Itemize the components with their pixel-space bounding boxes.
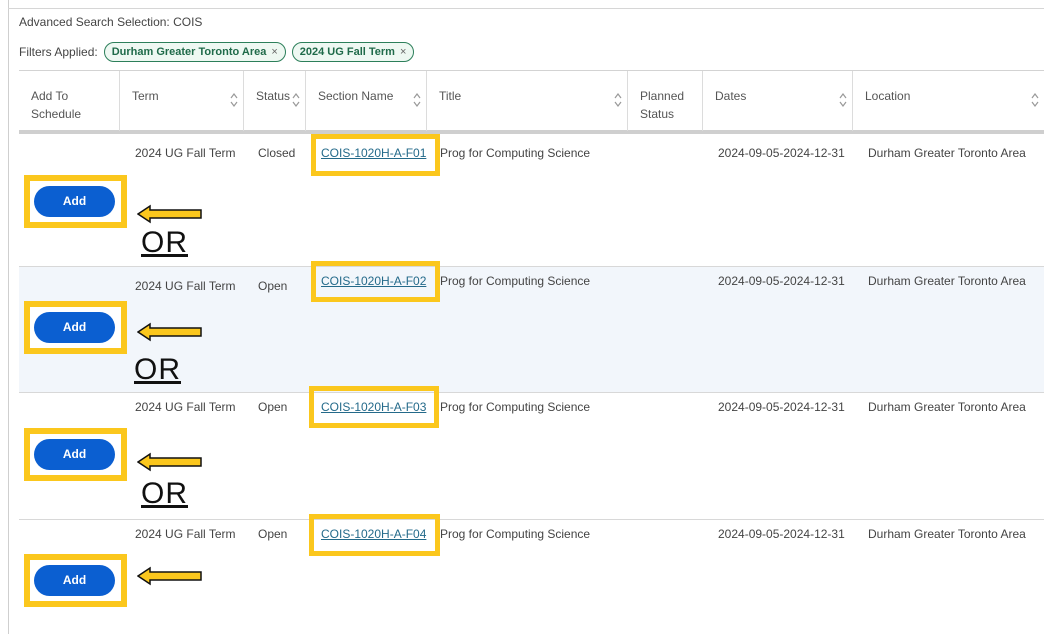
panel-left-border [8,0,9,634]
add-button[interactable]: Add [34,439,115,470]
left-arrow-icon [137,322,202,342]
column-header-planned-status: Planned Status [628,71,703,131]
section-name-link[interactable]: COIS-1020H-A-F03 [321,400,426,414]
title-cell: Prog for Computing Science [440,274,591,288]
add-button[interactable]: Add [34,312,115,343]
location-cell: Durham Greater Toronto Area [868,274,1026,288]
add-button[interactable]: Add [34,565,115,596]
sort-arrows-icon[interactable] [291,89,301,111]
title-cell: Prog for Computing Science [440,400,591,414]
column-header-location[interactable]: Location [853,71,1044,131]
column-header-add-to-schedule: Add To Schedule [19,71,120,131]
section-name-link[interactable]: COIS-1020H-A-F04 [321,527,426,541]
status-cell: Open [258,400,288,414]
table-row: 2024 UG Fall Term Open COIS-1020H-A-F03 … [19,386,1044,520]
section-name-link[interactable]: COIS-1020H-A-F01 [321,146,426,160]
location-cell: Durham Greater Toronto Area [868,146,1026,160]
add-button-highlight: Add [24,428,127,481]
close-icon[interactable]: × [400,46,406,58]
left-arrow-icon [137,204,202,224]
dates-cell: 2024-09-05-2024-12-31 [718,527,845,541]
page-title: Advanced Search Selection: COIS [19,15,203,29]
dates-cell: 2024-09-05-2024-12-31 [718,274,845,288]
column-header-status[interactable]: Status [244,71,306,131]
section-results-table: Add To Schedule Term Status Section Name… [19,70,1044,607]
add-button[interactable]: Add [34,186,115,217]
panel-top-border [8,8,1044,9]
table-row: 2024 UG Fall Term Open COIS-1020H-A-F02 … [19,261,1044,393]
location-cell: Durham Greater Toronto Area [868,527,1026,541]
term-cell: 2024 UG Fall Term [135,527,236,541]
left-arrow-icon [137,452,202,472]
dates-cell: 2024-09-05-2024-12-31 [718,400,845,414]
term-cell: 2024 UG Fall Term [135,146,236,160]
sort-arrows-icon[interactable] [613,89,623,111]
status-cell: Closed [258,146,296,160]
location-cell: Durham Greater Toronto Area [868,400,1026,414]
filter-chip-location[interactable]: Durham Greater Toronto Area × [103,42,286,62]
table-row: 2024 UG Fall Term Closed COIS-1020H-A-F0… [19,134,1044,267]
table-row: 2024 UG Fall Term Open COIS-1020H-A-F04 … [19,514,1044,634]
or-annotation: OR [134,353,181,386]
term-cell: 2024 UG Fall Term [135,279,236,293]
or-annotation: OR [141,477,188,510]
sort-arrows-icon[interactable] [229,89,239,111]
status-cell: Open [258,279,288,293]
close-icon[interactable]: × [271,46,277,58]
column-header-dates[interactable]: Dates [703,71,853,131]
term-cell: 2024 UG Fall Term [135,400,236,414]
column-header-section-name[interactable]: Section Name [306,71,427,131]
add-button-highlight: Add [24,301,127,354]
filter-chip-term[interactable]: 2024 UG Fall Term × [291,42,415,62]
table-header: Add To Schedule Term Status Section Name… [19,70,1044,134]
title-cell: Prog for Computing Science [440,527,591,541]
dates-cell: 2024-09-05-2024-12-31 [718,146,845,160]
sort-arrows-icon[interactable] [412,89,422,111]
filter-chip-label: Durham Greater Toronto Area [111,46,267,58]
or-annotation: OR [141,226,188,259]
filters-label: Filters Applied: [19,45,98,59]
column-header-title[interactable]: Title [427,71,628,131]
sort-arrows-icon[interactable] [1030,89,1040,111]
add-button-highlight: Add [24,554,127,607]
sort-arrows-icon[interactable] [838,89,848,111]
applied-filters-bar: Filters Applied: Durham Greater Toronto … [19,41,420,63]
left-arrow-icon [137,566,202,586]
column-header-term[interactable]: Term [120,71,244,131]
status-cell: Open [258,527,288,541]
filter-chip-label: 2024 UG Fall Term [299,46,395,58]
section-name-link[interactable]: COIS-1020H-A-F02 [321,274,426,288]
add-button-highlight: Add [24,175,127,228]
title-cell: Prog for Computing Science [440,146,591,160]
